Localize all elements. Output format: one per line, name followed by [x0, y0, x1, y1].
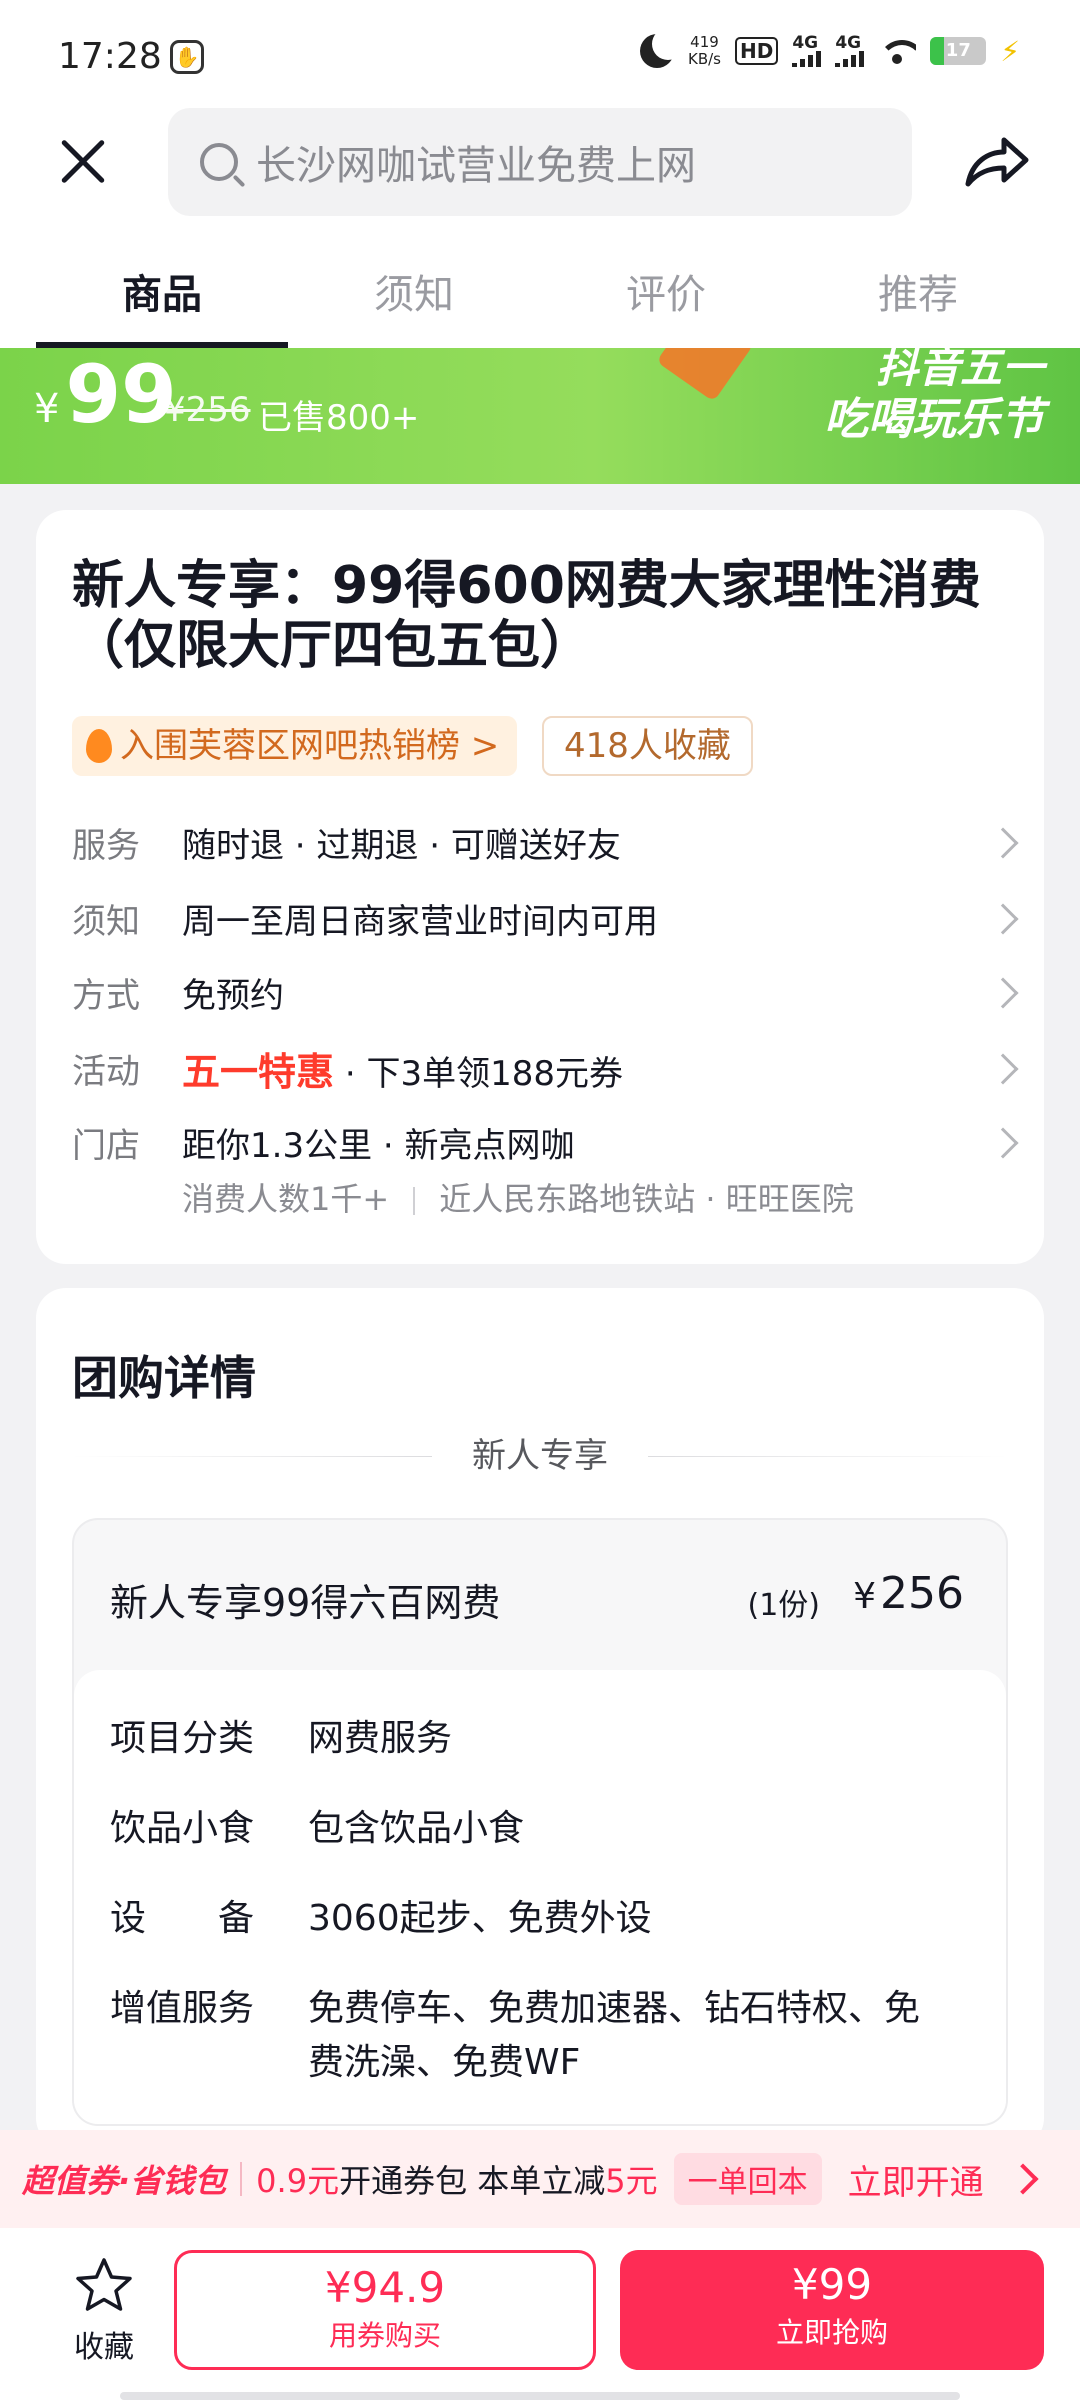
coupon-pack-strip[interactable]: 超值券·省钱包 0.9元 开通券包 本单立减 5元 一单回本 立即开通: [0, 2130, 1080, 2228]
open-now-link[interactable]: 立即开通: [848, 2155, 984, 2204]
charging-icon: ⚡: [1000, 34, 1020, 68]
notification-app-icon: ✋: [170, 40, 204, 74]
store-subinfo: 消费人数1千+ 近人民东路地铁站 · 旺旺医院: [182, 1180, 854, 1218]
festival-promo-logo: 抖音五一 吃喝玩乐节: [824, 348, 1044, 445]
home-indicator[interactable]: [120, 2392, 960, 2400]
section-title: 团购详情: [72, 1351, 256, 1405]
package-box: 新人专享99得六百网费 (1份) ¥256 项目分类 网费服务 饮品小食 包含饮品小…: [72, 1518, 1008, 2126]
tab-notice[interactable]: 须知: [288, 220, 540, 348]
package-divider-title: 新人专享: [72, 1426, 1008, 1486]
sold-count: 已售800+: [258, 398, 420, 438]
status-bar: 17:28 ✋ 419 KB/s HD 4G 4G 17 ⚡: [0, 0, 1080, 108]
wifi-icon: [878, 36, 917, 66]
search-text: 长沙网咖试营业免费上网: [256, 143, 696, 189]
share-icon[interactable]: [960, 126, 1032, 198]
favorites-count-tag: 418人收藏: [542, 716, 753, 776]
search-bar[interactable]: 长沙网咖试营业免费上网: [168, 108, 912, 216]
product-title: 新人专享：99得600网费大家理性消费（仅限大厅四包五包）: [72, 556, 981, 676]
battery-icon: 17: [930, 37, 987, 65]
price-banner: ¥ 99 ¥256 已售800+ 抖音五一 吃喝玩乐节: [0, 348, 1080, 484]
package-header: 新人专享99得六百网费 (1份) ¥256: [74, 1520, 1006, 1670]
product-info-card: 新人专享：99得600网费大家理性消费（仅限大厅四包五包） 入围芙蓉区网吧热销榜…: [36, 510, 1044, 1264]
status-time: 17:28: [58, 36, 162, 77]
chevron-right-icon: [987, 1053, 1019, 1085]
chevron-right-icon: [987, 1127, 1019, 1159]
banner-price: ¥ 99: [34, 348, 177, 441]
package-body: 项目分类 网费服务 饮品小食 包含饮品小食 设 备 3060起步、免费外设 增值服务免…: [74, 1670, 1006, 2124]
payback-badge: 一单回本: [673, 2153, 822, 2205]
info-row-activity[interactable]: 活动 五一特惠 · 下3单领188元券: [72, 1042, 1032, 1102]
bottom-action-bar: 收藏 ¥94.9 用券购买 ¥99 立即抢购: [0, 2228, 1080, 2400]
star-icon: [76, 2258, 132, 2311]
package-quantity: (1份): [747, 1588, 821, 1623]
info-row-method[interactable]: 方式 免预约: [72, 966, 1032, 1026]
banner-decoration: [656, 348, 754, 402]
activity-highlight: 五一特惠: [182, 1050, 335, 1094]
do-not-disturb-icon: [639, 28, 684, 68]
signal-2-icon: 4G: [835, 35, 865, 67]
package-name: 新人专享99得六百网费: [110, 1581, 501, 1625]
chevron-right-icon: [987, 903, 1019, 935]
signal-1-icon: 4G: [792, 35, 822, 67]
buy-with-coupon-button[interactable]: ¥94.9 用券购买: [174, 2250, 596, 2370]
chevron-right-icon: [987, 977, 1019, 1009]
tab-bar: 商品 须知 评价 推荐: [0, 220, 1080, 348]
info-row-service[interactable]: 服务 随时退 · 过期退 · 可赠送好友: [72, 816, 1032, 876]
close-icon[interactable]: [52, 130, 116, 194]
fire-icon: [86, 729, 112, 763]
favorite-button[interactable]: 收藏: [54, 2256, 154, 2366]
hot-rank-tag[interactable]: 入围芙蓉区网吧热销榜 >: [72, 716, 518, 776]
chevron-right-icon: [987, 827, 1019, 859]
buy-now-button[interactable]: ¥99 立即抢购: [620, 2250, 1044, 2370]
tab-reviews[interactable]: 评价: [540, 220, 792, 348]
network-speed: 419 KB/s: [687, 33, 721, 68]
tab-recommend[interactable]: 推荐: [792, 220, 1044, 348]
hd-voice-icon: HD: [734, 37, 779, 65]
status-indicators: 419 KB/s HD 4G 4G 17 ⚡: [639, 28, 1020, 68]
coupon-pack-brand: 超值券·省钱包: [22, 2162, 227, 2200]
info-row-notice[interactable]: 须知 周一至周日商家营业时间内可用: [72, 892, 1032, 952]
tab-product[interactable]: 商品: [36, 220, 288, 348]
top-header: 长沙网咖试营业免费上网: [0, 108, 1080, 220]
package-price: ¥256: [853, 1568, 964, 1619]
original-price: ¥256: [164, 390, 251, 430]
chevron-right-icon: [1007, 2163, 1039, 2195]
search-icon: [200, 143, 238, 181]
group-buy-details-card: 团购详情 新人专享 新人专享99得六百网费 (1份) ¥256 项目分类 网费服务…: [36, 1288, 1044, 2148]
info-row-store[interactable]: 门店 距你1.3公里 · 新亮点网咖: [72, 1116, 1032, 1176]
